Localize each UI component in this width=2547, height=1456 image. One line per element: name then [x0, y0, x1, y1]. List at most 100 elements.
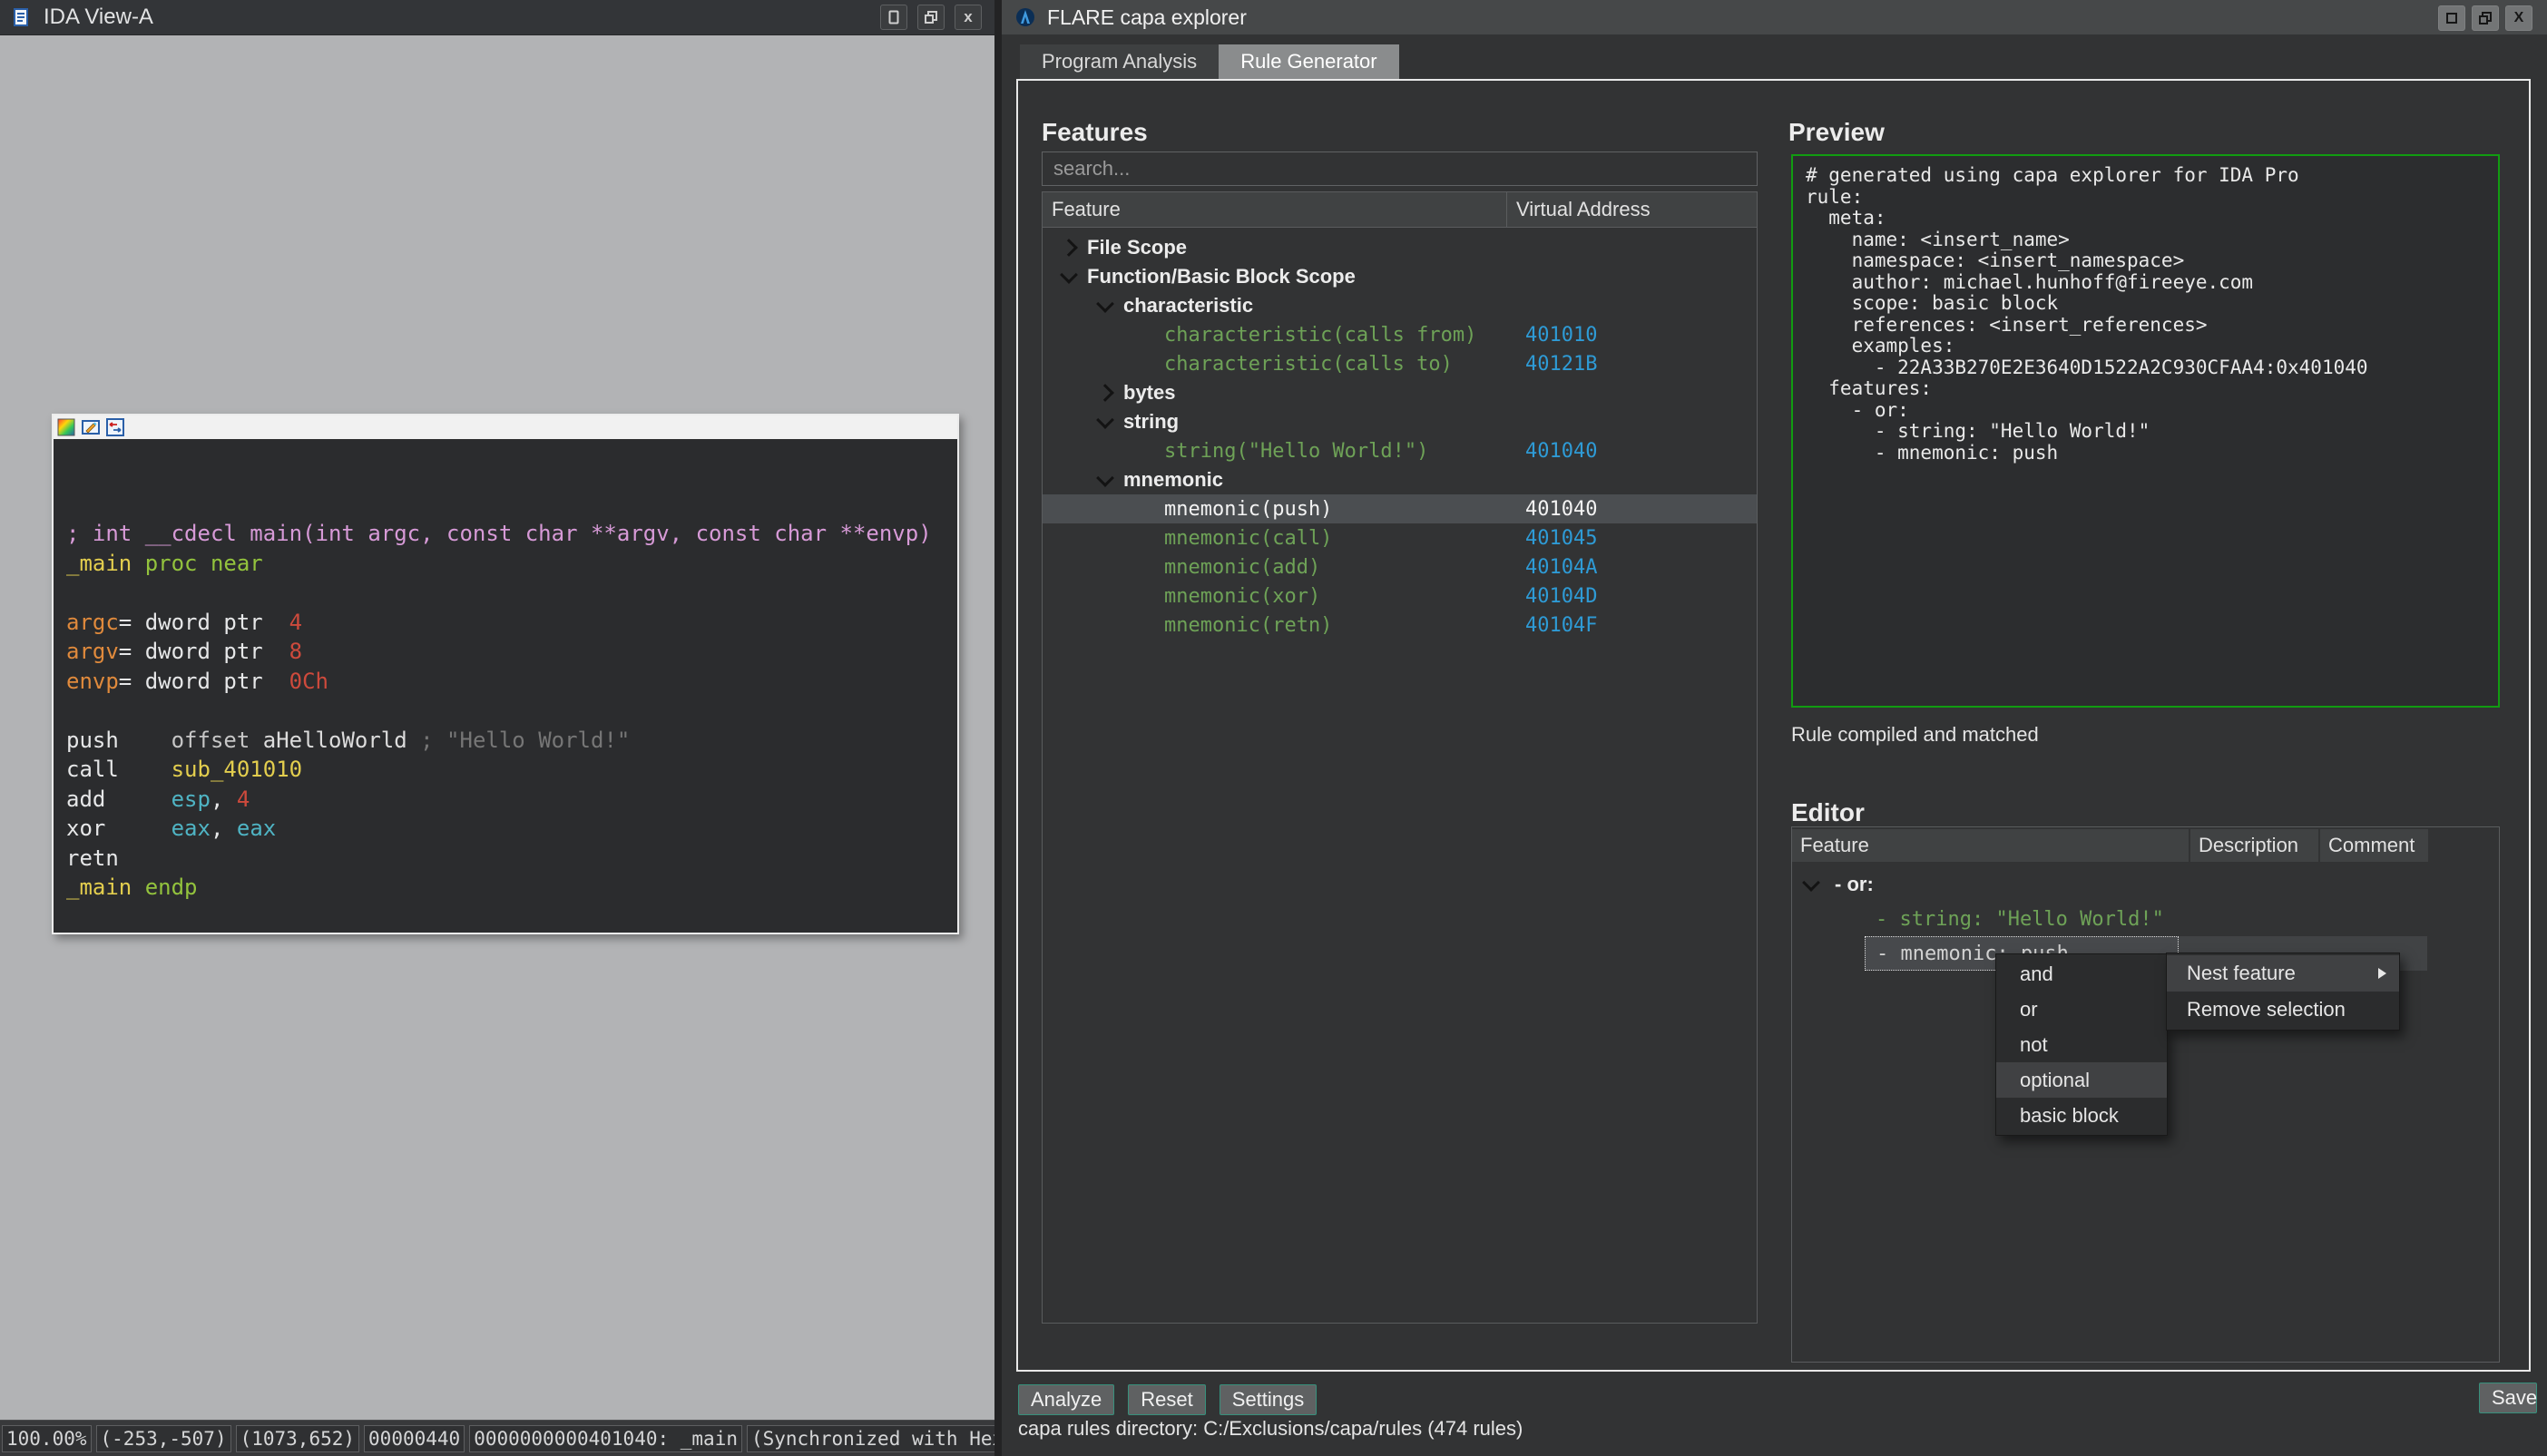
menu-item-not[interactable]: not: [1996, 1027, 2167, 1062]
tree-node-file-scope[interactable]: File Scope: [1043, 233, 1757, 262]
disasm-line[interactable]: call sub_401010: [66, 755, 957, 785]
restore-button[interactable]: [917, 5, 945, 30]
context-menu: Nest featureRemove selection: [2166, 953, 2400, 1031]
tree-label: Function/Basic Block Scope: [1087, 265, 1356, 288]
chevron-down-icon[interactable]: [1096, 295, 1114, 313]
close-button[interactable]: X: [2505, 5, 2532, 31]
analyze-button[interactable]: Analyze: [1018, 1384, 1114, 1415]
tree-node-function-basic-block-scope[interactable]: Function/Basic Block Scope: [1043, 262, 1757, 291]
feature-label: mnemonic(xor): [1164, 585, 1320, 608]
column-feature[interactable]: Feature: [1043, 192, 1507, 227]
settings-button[interactable]: Settings: [1220, 1384, 1318, 1415]
edit-icon[interactable]: [82, 418, 100, 436]
virtual-address: 401040: [1525, 498, 1597, 521]
virtual-address: 40104A: [1525, 556, 1597, 579]
status-segment: (1073,652): [236, 1425, 359, 1452]
reset-button[interactable]: Reset: [1128, 1384, 1205, 1415]
tree-node-string[interactable]: string: [1043, 407, 1757, 436]
tree-label: bytes: [1123, 381, 1175, 405]
virtual-address: 401045: [1525, 527, 1597, 550]
disasm-line[interactable]: envp= dword ptr 0Ch: [66, 667, 957, 697]
menu-item-optional[interactable]: optional: [1996, 1062, 2167, 1098]
tab-program-analysis[interactable]: Program Analysis: [1020, 44, 1219, 79]
features-heading: Features: [1042, 118, 1148, 147]
capa-titlebar[interactable]: FLARE capa explorer X: [1002, 0, 2547, 34]
tree-node-mnemonic-call[interactable]: mnemonic(call)401045: [1043, 523, 1757, 552]
float-button[interactable]: [880, 5, 907, 30]
feature-label: mnemonic(push): [1164, 498, 1332, 521]
graph-view-icon[interactable]: [106, 418, 124, 436]
ida-titlebar[interactable]: IDA View-A x: [0, 0, 994, 35]
maximize-button[interactable]: [2438, 5, 2465, 31]
tree-label: mnemonic: [1123, 468, 1223, 492]
menu-item-basic-block[interactable]: basic block: [1996, 1098, 2167, 1133]
tab-rule-generator[interactable]: Rule Generator: [1219, 44, 1398, 79]
chevron-down-icon[interactable]: [1096, 469, 1114, 487]
chevron-down-icon[interactable]: [1802, 874, 1820, 892]
tree-node-mnemonic-push[interactable]: mnemonic(push) 401040: [1043, 494, 1757, 523]
disasm-line[interactable]: push offset aHelloWorld ; "Hello World!": [66, 726, 957, 756]
context-menu-item-nest-feature[interactable]: Nest feature: [2167, 955, 2399, 992]
disasm-line[interactable]: xor eax, eax: [66, 814, 957, 844]
disasm-line[interactable]: [66, 696, 957, 726]
disasm-line[interactable]: argc= dword ptr 4: [66, 608, 957, 638]
column-feature[interactable]: Feature: [1792, 829, 2189, 862]
tree-node-string-hello-world[interactable]: string("Hello World!")401040: [1043, 436, 1757, 465]
disassembly-listing[interactable]: ; int __cdecl main(int argc, const char …: [54, 439, 957, 933]
tree-node-characteristic[interactable]: characteristic: [1043, 291, 1757, 320]
window-title: FLARE capa explorer: [1047, 5, 1247, 30]
editor-heading: Editor: [1791, 798, 1865, 827]
tree-node-mnemonic-xor[interactable]: mnemonic(xor)40104D: [1043, 581, 1757, 611]
save-button[interactable]: Save: [2479, 1383, 2537, 1413]
preview-heading: Preview: [1788, 118, 1885, 147]
disassembly-toolbar: [54, 415, 957, 439]
menu-item-or[interactable]: or: [1996, 992, 2167, 1027]
virtual-address: 40104F: [1525, 614, 1597, 637]
column-description[interactable]: Description: [2190, 829, 2318, 862]
tree-node-characteristic-calls-from[interactable]: characteristic(calls from)401010: [1043, 320, 1757, 349]
tree-node-mnemonic[interactable]: mnemonic: [1043, 465, 1757, 494]
restore-button[interactable]: [2472, 5, 2499, 31]
editor-table-header[interactable]: Feature Description Comment: [1792, 829, 2499, 862]
submenu-arrow-icon: [2378, 968, 2386, 979]
disasm-line[interactable]: argv= dword ptr 8: [66, 637, 957, 667]
disasm-line[interactable]: ; int __cdecl main(int argc, const char …: [66, 519, 957, 549]
chevron-down-icon[interactable]: [1060, 266, 1078, 284]
tree-node-mnemonic-add[interactable]: mnemonic(add)40104A: [1043, 552, 1757, 581]
footer-buttons: Analyze Reset Settings: [1018, 1384, 1317, 1415]
window-controls: x: [880, 5, 982, 30]
tree-label: File Scope: [1087, 236, 1187, 259]
capa-explorer-window: FLARE capa explorer X Program AnalysisRu…: [1002, 0, 2547, 1456]
disasm-line[interactable]: _main endp: [66, 873, 957, 903]
ida-view-window: IDA View-A x: [0, 0, 994, 1456]
context-menu-item-remove-selection[interactable]: Remove selection: [2167, 992, 2399, 1028]
tree-node-characteristic-calls-to[interactable]: characteristic(calls to)40121B: [1043, 349, 1757, 378]
menu-item-and[interactable]: and: [1996, 956, 2167, 992]
column-virtual-address[interactable]: Virtual Address: [1507, 198, 1651, 221]
features-table: Feature Virtual Address File Scope Functi…: [1042, 191, 1758, 1324]
editor-row-or[interactable]: - or:: [1792, 867, 2499, 902]
disasm-line[interactable]: retn: [66, 844, 957, 874]
close-button[interactable]: x: [955, 5, 982, 30]
disasm-line[interactable]: _main proc near: [66, 549, 957, 579]
virtual-address: 401010: [1525, 324, 1597, 347]
tab-bar: Program AnalysisRule Generator: [1020, 44, 1399, 79]
disasm-line[interactable]: add esp, 4: [66, 785, 957, 815]
disasm-line[interactable]: [66, 578, 957, 608]
feature-tree: File Scope Function/Basic Block Scope char…: [1043, 228, 1757, 640]
editor-row-string-hello-world[interactable]: - string: "Hello World!": [1792, 902, 2499, 936]
status-segment: 100.00%: [2, 1425, 92, 1452]
colors-icon[interactable]: [57, 418, 75, 436]
tree-node-bytes[interactable]: bytes: [1043, 378, 1757, 407]
column-comment[interactable]: Comment: [2320, 829, 2428, 862]
chevron-down-icon[interactable]: [1096, 411, 1114, 429]
tree-node-mnemonic-retn[interactable]: mnemonic(retn)40104F: [1043, 611, 1757, 640]
window-controls: X: [2438, 5, 2532, 31]
editor-label: - or:: [1835, 873, 1874, 896]
chevron-right-icon[interactable]: [1060, 239, 1078, 257]
status-segment: 00000440: [364, 1425, 465, 1452]
features-table-header[interactable]: Feature Virtual Address: [1043, 192, 1757, 228]
chevron-right-icon[interactable]: [1096, 384, 1114, 402]
search-input[interactable]: [1042, 151, 1758, 186]
rule-preview-code: # generated using capa explorer for IDA …: [1791, 154, 2500, 708]
